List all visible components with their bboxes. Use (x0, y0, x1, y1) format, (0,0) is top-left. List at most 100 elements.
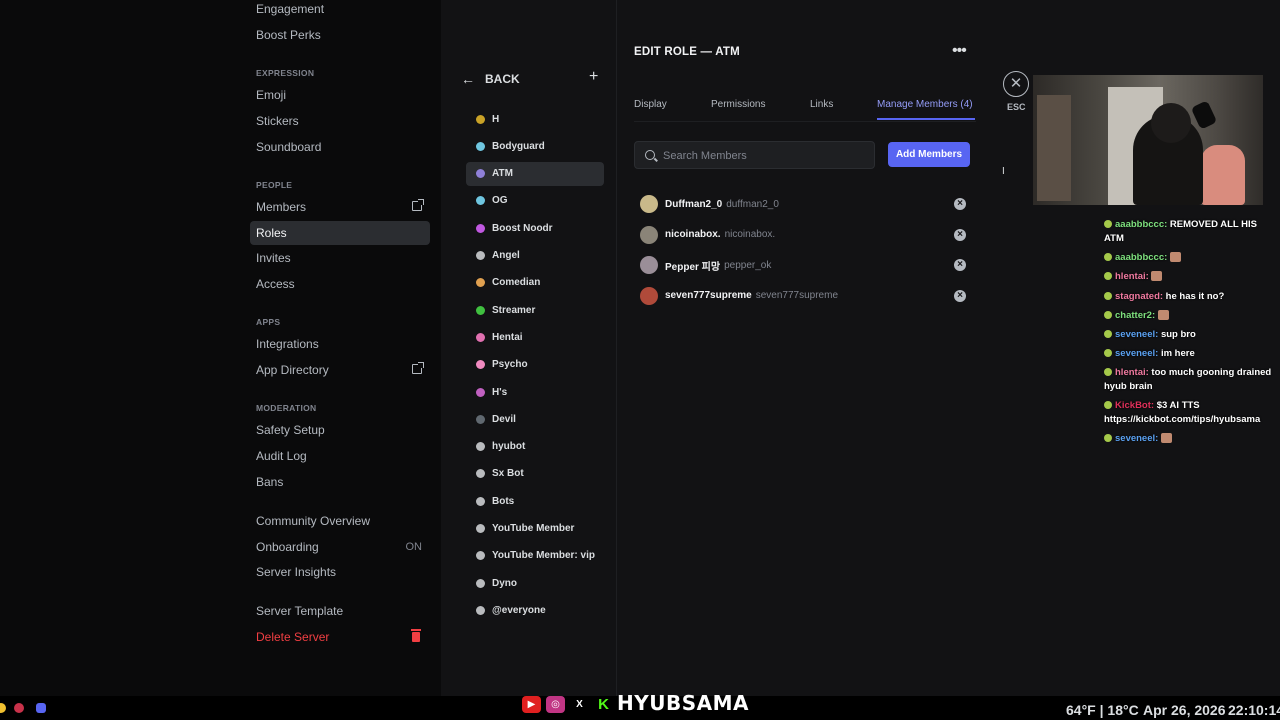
chat-message: seveneel: sup bro (1104, 328, 1274, 342)
tray-app-icon[interactable] (14, 703, 24, 713)
section-header-moderation: MODERATION (256, 403, 317, 413)
emote-icon (1157, 310, 1169, 320)
role-item[interactable]: Psycho (466, 353, 604, 377)
role-item[interactable]: YouTube Member (466, 517, 604, 541)
external-link-icon (412, 362, 424, 374)
member-name: nicoinabox. (665, 229, 721, 240)
sidebar-item-stickers[interactable]: Stickers (250, 109, 430, 133)
tab-display[interactable]: Display (634, 99, 667, 110)
chat-text: he has it no? (1163, 291, 1225, 302)
role-color-dot (476, 223, 485, 233)
section-header-apps: APPS (256, 317, 281, 327)
role-item[interactable]: H's (466, 380, 604, 404)
more-options-icon[interactable]: ••• (952, 42, 967, 60)
sidebar-item-onboarding[interactable]: Onboarding ON (250, 535, 430, 559)
remove-member-icon[interactable]: × (954, 228, 966, 241)
member-row[interactable]: nicoinabox. nicoinabox. × (640, 224, 966, 246)
sidebar-item-access[interactable]: Access (250, 272, 430, 296)
sidebar-item-boost-perks[interactable]: Boost Perks (250, 23, 430, 47)
chat-badge-icon (1104, 311, 1112, 319)
avatar (640, 195, 658, 213)
date-readout: Apr 26, 2026 (1143, 702, 1226, 718)
role-item[interactable]: Hentai (466, 325, 604, 349)
role-color-dot (476, 387, 485, 397)
sidebar-item-label: Delete Server (256, 630, 330, 644)
chat-badge-icon (1104, 434, 1112, 442)
role-color-dot (476, 551, 485, 561)
sidebar-item-audit-log[interactable]: Audit Log (250, 444, 430, 468)
sidebar-item-community-overview[interactable]: Community Overview (250, 509, 430, 533)
discord-icon[interactable] (36, 703, 46, 713)
search-input[interactable] (663, 148, 863, 164)
plus-icon[interactable]: + (589, 68, 598, 86)
member-row[interactable]: Duffman2_0 duffman2_0 × (640, 193, 966, 215)
chat-text: sup bro (1158, 329, 1196, 340)
role-color-dot (476, 278, 485, 288)
chat-message: stagnated: he has it no? (1104, 290, 1274, 304)
role-color-dot (476, 141, 485, 151)
close-icon[interactable]: ✕ (1003, 71, 1029, 97)
tray-app-icon[interactable] (0, 703, 6, 713)
member-handle: pepper_ok (724, 259, 772, 271)
sidebar-item-label: Server Insights (256, 565, 337, 579)
remove-member-icon[interactable]: × (954, 289, 966, 302)
active-tab-indicator (877, 118, 975, 120)
sidebar-item-soundboard[interactable]: Soundboard (250, 135, 430, 159)
chat-message: hlentai: (1104, 270, 1274, 284)
page-title: EDIT ROLE — ATM (634, 46, 740, 58)
tab-manage-members[interactable]: Manage Members (4) (877, 99, 973, 110)
role-item[interactable]: Streamer (466, 298, 604, 322)
role-item[interactable]: Dyno (466, 571, 604, 595)
sidebar-item-server-insights[interactable]: Server Insights (250, 560, 430, 584)
role-item[interactable]: @everyone (466, 598, 604, 622)
role-item[interactable]: Boost Noodr (466, 216, 604, 240)
sidebar-item-server-template[interactable]: Server Template (250, 599, 430, 623)
sidebar-item-bans[interactable]: Bans (250, 470, 430, 494)
role-item[interactable]: Devil (466, 407, 604, 431)
role-item[interactable]: H (466, 107, 604, 131)
sidebar-item-app-directory[interactable]: App Directory (250, 358, 430, 382)
chat-badge-icon (1104, 253, 1112, 261)
sidebar-item-delete-server[interactable]: Delete Server (250, 625, 430, 649)
chat-badge-icon (1104, 330, 1112, 338)
esc-label: ESC (1007, 102, 1026, 112)
role-item[interactable]: OG (466, 189, 604, 213)
tab-permissions[interactable]: Permissions (711, 99, 765, 110)
emote-icon (1151, 271, 1163, 281)
chat-username: chatter2: (1115, 310, 1156, 321)
sidebar-item-invites[interactable]: Invites (250, 246, 430, 270)
sidebar-item-roles[interactable]: Roles (250, 221, 430, 245)
sidebar-item-emoji[interactable]: Emoji (250, 83, 430, 107)
role-color-dot (476, 578, 485, 588)
chat-username: hlentai: (1115, 367, 1149, 378)
role-item[interactable]: Sx Bot (466, 462, 604, 486)
role-name: ATM (492, 168, 513, 180)
chat-username: hlentai: (1115, 271, 1149, 282)
remove-member-icon[interactable]: × (954, 259, 966, 271)
sidebar-item-engagement[interactable]: Engagement (250, 0, 430, 21)
role-item[interactable]: ATM (466, 161, 604, 186)
sidebar-item-members[interactable]: Members (250, 195, 430, 219)
back-button[interactable]: ← BACK (461, 70, 520, 88)
sidebar-item-safety-setup[interactable]: Safety Setup (250, 418, 430, 442)
tab-links[interactable]: Links (810, 99, 833, 110)
remove-member-icon[interactable]: × (954, 198, 966, 210)
back-label: BACK (485, 72, 520, 86)
role-item[interactable]: Bots (466, 489, 604, 513)
sidebar-item-integrations[interactable]: Integrations (250, 332, 430, 356)
add-members-button[interactable]: Add Members (888, 142, 970, 167)
role-color-dot (476, 196, 485, 206)
chat-username: seveneel: (1115, 329, 1159, 340)
member-row[interactable]: seven777supreme seven777supreme × (640, 285, 966, 307)
avatar (640, 286, 658, 305)
role-item[interactable]: Bodyguard (466, 134, 604, 158)
role-item[interactable]: hyubot (466, 435, 604, 459)
tab-divider (634, 121, 976, 122)
role-item[interactable]: Angel (466, 244, 604, 268)
role-item[interactable]: Comedian (466, 271, 604, 295)
role-color-dot (476, 414, 485, 424)
sidebar-item-label: Engagement (256, 2, 325, 16)
role-item[interactable]: YouTube Member: vip (466, 544, 604, 568)
chat-username: KickBot: (1115, 400, 1155, 411)
member-row[interactable]: Pepper 피망 pepper_ok × (640, 254, 966, 276)
